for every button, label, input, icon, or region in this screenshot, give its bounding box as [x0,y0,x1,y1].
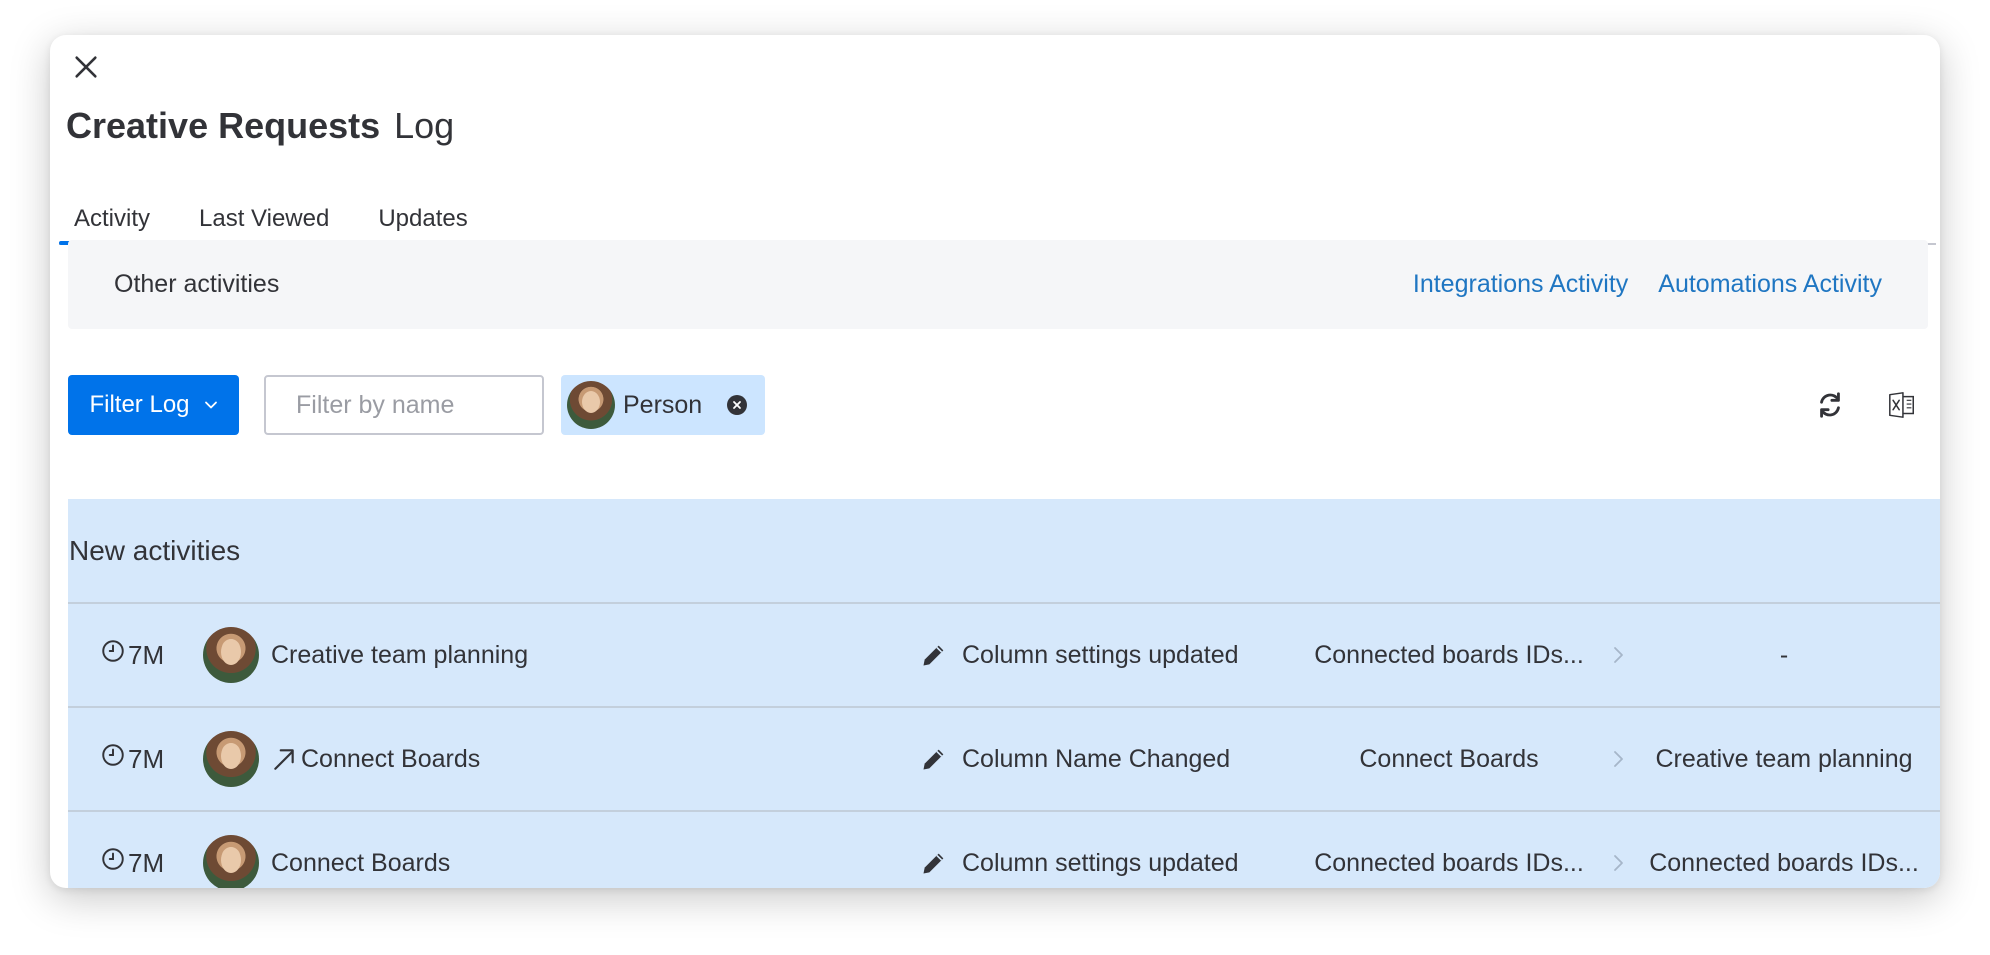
time-cell: 7M [100,640,164,671]
clock-icon [102,640,124,662]
refresh-button[interactable] [1814,389,1846,421]
close-icon [733,401,741,409]
change-arrow [1608,645,1628,665]
item-name: Creative team planning [271,640,529,669]
filter-toolbar: Filter Log Person [68,375,1928,435]
chevron-right-icon [1614,751,1623,767]
action-cell: Column settings updated [920,641,1239,670]
excel-icon [1889,392,1914,418]
clock-icon [102,744,124,766]
chevron-right-icon [1614,647,1623,663]
board-name: Creative Requests [66,105,381,146]
tab-updates[interactable]: Updates [363,205,481,243]
action-label: Column settings updated [962,640,1239,669]
automations-activity-link[interactable]: Automations Activity [1658,270,1882,299]
action-cell: Column settings updated [920,849,1239,878]
to-value: Creative team planning [1655,744,1913,773]
table-row[interactable]: 7M Creative team planning Column setting… [68,604,1940,708]
item-name: Connect Boards [301,744,481,773]
from-value: Connect Boards [1359,744,1539,773]
action-label: Column Name Changed [962,744,1231,773]
clock-icon [102,848,124,870]
change-arrow [1608,749,1628,769]
pencil-icon [923,645,944,666]
chevron-right-icon [1614,855,1623,871]
remove-person-filter-button[interactable] [727,395,747,415]
close-button[interactable] [68,49,104,85]
new-activities-header: New activities [68,499,1940,604]
log-label: Log [394,105,455,146]
close-icon [75,56,97,78]
avatar [203,731,259,787]
pencil-icon [923,853,944,874]
item-cell: Creative team planning [203,627,528,683]
integrations-activity-link[interactable]: Integrations Activity [1413,270,1628,299]
item-name: Connect Boards [271,848,451,877]
activity-list: New activities 7M Creative team planning… [68,499,1940,888]
chevron-down-icon [204,401,217,409]
time-cell: 7M [100,848,164,879]
to-value: - [1779,640,1789,669]
time-ago: 7M [128,847,165,878]
time-ago: 7M [128,639,165,670]
tab-bar: Activity Last Viewed Updates [59,167,1936,245]
time-cell: 7M [100,744,164,775]
person-filter-chip[interactable]: Person [561,375,765,435]
avatar [203,627,259,683]
filter-by-name-input[interactable] [264,375,544,435]
other-activities-label: Other activities [114,270,280,298]
from-value: Connected boards IDs... [1314,848,1584,877]
tab-last-viewed[interactable]: Last Viewed [184,205,343,243]
pencil-icon [923,749,944,770]
avatar [567,381,615,429]
other-activities-bar: Other activities Integrations Activity A… [68,240,1928,329]
table-row[interactable]: 7M Connect Boards Column settings update… [68,812,1940,888]
filter-log-label: Filter Log [89,391,190,418]
avatar [203,835,259,888]
filter-log-button[interactable]: Filter Log [68,375,239,435]
export-excel-button[interactable] [1886,389,1918,421]
person-chip-label: Person [623,390,703,419]
refresh-icon [1820,392,1840,418]
activity-log-modal: Creative Requests Log Activity Last View… [50,35,1940,888]
page-title: Creative Requests Log [66,105,454,147]
to-value: Connected boards IDs... [1649,848,1919,877]
action-cell: Column Name Changed [920,745,1230,774]
table-row[interactable]: 7M Connect Boards Column Name Changed Co… [68,708,1940,812]
change-arrow [1608,853,1628,873]
time-ago: 7M [128,743,165,774]
item-cell: Connect Boards [203,731,480,787]
arrow-up-right-icon [274,749,294,770]
item-cell: Connect Boards [203,835,450,888]
tab-activity[interactable]: Activity [59,205,165,245]
action-label: Column settings updated [962,848,1239,877]
from-value: Connected boards IDs... [1314,640,1584,669]
